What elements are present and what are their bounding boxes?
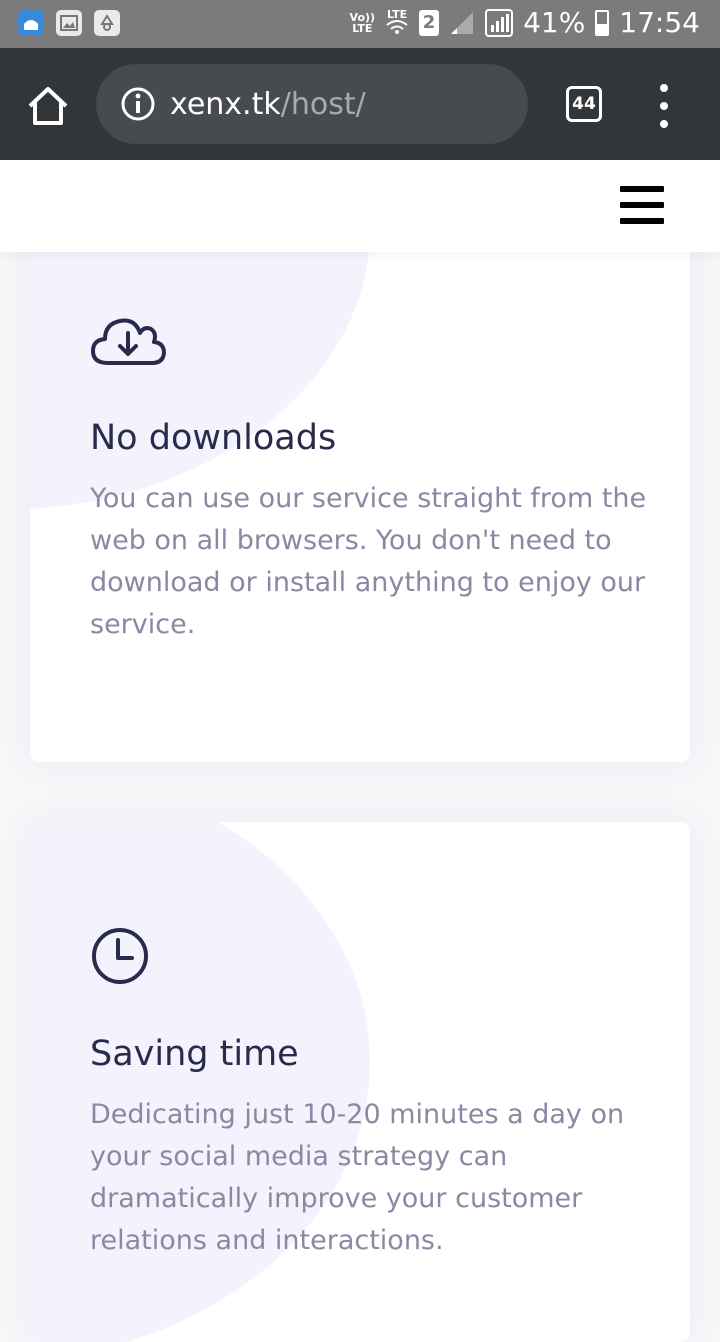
recycle-icon xyxy=(94,10,120,36)
feature-title: No downloads xyxy=(90,418,337,458)
status-bar: Vo)) LTE LTE 2 41% 17:54 xyxy=(0,0,720,48)
volte-indicator: Vo)) LTE xyxy=(350,12,376,34)
url-text[interactable]: xenx.tk/host/ xyxy=(170,87,366,122)
feature-description: Dedicating just 10-20 minutes a day on y… xyxy=(90,1099,625,1256)
cloud-download-icon xyxy=(91,318,166,365)
battery-fill xyxy=(597,24,608,34)
signal-icon xyxy=(485,8,514,37)
card-decoration xyxy=(30,822,370,1342)
url-path: /host/ xyxy=(280,86,366,122)
gallery-icon xyxy=(56,10,82,36)
signal-weak-icon xyxy=(451,11,474,34)
feature-title: Saving time xyxy=(90,1034,299,1074)
site-header xyxy=(0,160,720,252)
browser-toolbar: xenx.tk/host/ 44 xyxy=(0,48,720,160)
hamburger-icon[interactable] xyxy=(620,186,664,224)
feature-description: You can use our service straight from th… xyxy=(90,483,647,640)
home-icon xyxy=(28,87,68,125)
volte-top-label: Vo)) xyxy=(349,10,376,24)
notification-icons xyxy=(18,10,120,36)
lte-indicator: LTE xyxy=(385,9,409,36)
sim-badge: 2 xyxy=(419,9,440,36)
tabs-button[interactable]: 44 xyxy=(566,86,602,122)
battery-percent: 41% xyxy=(523,6,586,39)
battery-icon xyxy=(595,9,610,36)
feature-card-no-downloads: No downloads You can use our service str… xyxy=(30,200,690,762)
system-indicators: Vo)) LTE LTE 2 41% 17:54 xyxy=(350,6,700,39)
clock: 17:54 xyxy=(619,6,700,39)
feature-card-saving-time: Saving time Dedicating just 10-20 minute… xyxy=(30,822,690,1342)
app-icon xyxy=(18,10,44,36)
home-button[interactable] xyxy=(26,84,70,128)
url-host: xenx.tk xyxy=(170,86,281,122)
address-bar[interactable]: xenx.tk/host/ xyxy=(96,64,528,144)
volte-bottom-label: LTE xyxy=(352,21,373,35)
wifi-icon xyxy=(386,20,408,34)
lte-label: LTE xyxy=(386,8,408,21)
info-icon[interactable] xyxy=(120,86,156,122)
clock-icon xyxy=(92,928,148,984)
more-vert-icon[interactable] xyxy=(652,84,676,128)
